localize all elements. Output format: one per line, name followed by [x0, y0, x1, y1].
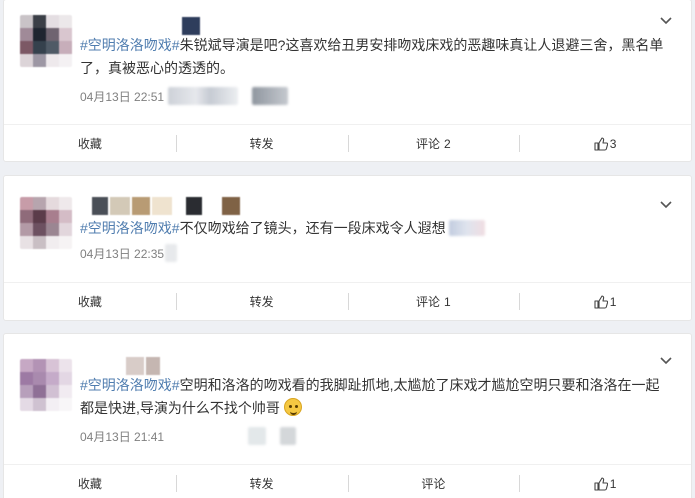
comment-button[interactable]: 评论 1 — [347, 283, 520, 320]
action-bar: 收藏 转发 评论 1 1 — [4, 282, 691, 320]
blurred-source — [165, 244, 178, 262]
comment-text: #空明洛洛吻戏#不仅吻戏给了镜头，还有一段床戏令人遐想 — [80, 217, 670, 240]
comment-meta: 04月13日 22:51 — [80, 86, 289, 106]
comment-text: #空明洛洛吻戏#朱锐斌导演是吧?这喜欢给丑男安排吻戏床戏的恶趣味真让人退避三舍，… — [80, 34, 670, 80]
chevron-down-icon[interactable] — [659, 353, 673, 367]
comment-card: #空明洛洛吻戏#朱锐斌导演是吧?这喜欢给丑男安排吻戏床戏的恶趣味真让人退避三舍，… — [3, 0, 692, 162]
blurred-emoji — [449, 220, 486, 236]
like-button[interactable]: 1 — [519, 283, 691, 320]
comment-count: 1 — [444, 294, 451, 309]
timestamp: 04月13日 22:51 — [80, 89, 165, 104]
blurred-source — [252, 87, 289, 105]
username-blurred[interactable] — [126, 357, 160, 375]
like-button[interactable]: 1 — [519, 465, 691, 498]
username-blurred[interactable] — [182, 17, 200, 35]
repost-button[interactable]: 转发 — [175, 283, 348, 320]
comment-body: 不仅吻戏给了镜头，还有一段床戏令人遐想 — [179, 220, 446, 236]
timestamp: 04月13日 22:35 — [80, 246, 165, 261]
like-button[interactable]: 3 — [519, 125, 691, 162]
chevron-down-icon[interactable] — [659, 13, 673, 27]
hashtag-link[interactable]: #空明洛洛吻戏# — [80, 37, 180, 53]
like-count: 1 — [609, 294, 617, 309]
thumbs-up-icon — [594, 476, 608, 491]
blurred-source — [248, 427, 267, 445]
like-count: 1 — [609, 476, 617, 491]
comment-button[interactable]: 评论 2 — [347, 125, 520, 162]
thumbs-up-icon — [594, 294, 608, 309]
chevron-down-icon[interactable] — [659, 197, 673, 211]
comment-card: #空明洛洛吻戏#不仅吻戏给了镜头，还有一段床戏令人遐想 04月13日 22:35… — [3, 175, 692, 321]
comment-card: #空明洛洛吻戏#空明和洛洛的吻戏看的我脚趾抓地,太尴尬了床戏才尴尬空明只要和洛洛… — [3, 333, 692, 498]
collect-button[interactable]: 收藏 — [4, 283, 176, 320]
comment-text: #空明洛洛吻戏#空明和洛洛的吻戏看的我脚趾抓地,太尴尬了床戏才尴尬空明只要和洛洛… — [80, 374, 660, 420]
timestamp: 04月13日 21:41 — [80, 429, 165, 444]
username-blurred[interactable] — [92, 197, 240, 215]
grin-sweat-emoji-icon — [283, 398, 302, 416]
comment-count: 2 — [444, 136, 451, 151]
thumbs-up-icon — [594, 136, 608, 151]
hashtag-link[interactable]: #空明洛洛吻戏# — [80, 220, 180, 236]
action-bar: 收藏 转发 评论 1 — [4, 464, 691, 498]
repost-button[interactable]: 转发 — [175, 465, 348, 498]
action-bar: 收藏 转发 评论 2 3 — [4, 124, 691, 162]
avatar[interactable] — [20, 15, 72, 67]
blurred-source — [168, 87, 239, 105]
blurred-source — [280, 427, 297, 445]
collect-button[interactable]: 收藏 — [4, 125, 176, 162]
comment-meta: 04月13日 21:41 — [80, 426, 297, 446]
avatar[interactable] — [20, 197, 72, 249]
repost-button[interactable]: 转发 — [175, 125, 348, 162]
collect-button[interactable]: 收藏 — [4, 465, 176, 498]
like-count: 3 — [609, 136, 617, 151]
hashtag-link[interactable]: #空明洛洛吻戏# — [80, 377, 180, 393]
comment-button[interactable]: 评论 — [347, 465, 520, 498]
comment-meta: 04月13日 22:35 — [80, 243, 178, 263]
avatar[interactable] — [20, 359, 72, 411]
